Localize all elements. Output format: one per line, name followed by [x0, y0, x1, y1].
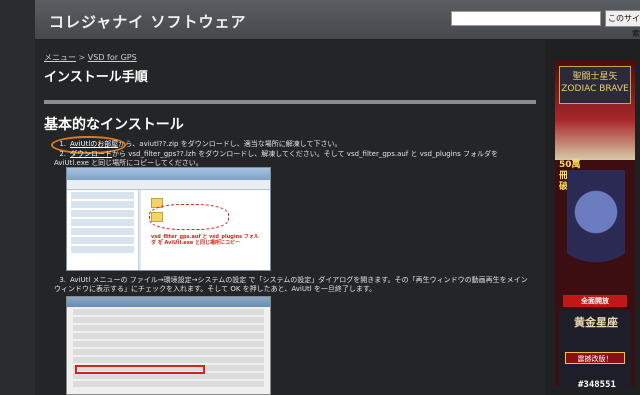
step-number: 2. — [59, 150, 66, 158]
checkbox-highlight — [75, 365, 205, 374]
site-header: コレジャナイ ソフトウェア このサイトを検索 — [35, 0, 640, 40]
file-pane: vsd_filter_gps.auf と vsd_plugins フォルダ を … — [141, 190, 270, 270]
page-title: インストール手順 — [44, 70, 148, 85]
folder-tree — [67, 190, 139, 270]
left-margin — [0, 0, 35, 395]
step-3: 3. AviUtl メニューの ファイル→環境設定→システムの設定 で「システムの… — [54, 276, 534, 294]
window-titlebar — [67, 168, 270, 180]
site-title[interactable]: コレジャナイ ソフトウェア — [49, 11, 246, 32]
drop-annotation — [149, 204, 229, 230]
advertisement-banner[interactable]: 聖闘士星矢 ZODIAC BRAVE 50萬冊突破 全面開放 黄金星座 震撼改版… — [555, 60, 635, 386]
ad-cta-button[interactable]: 震撼改版！ — [565, 352, 625, 364]
step-text: AviUtl メニューの ファイル→環境設定→システムの設定 で「システムの設定… — [54, 276, 528, 293]
step-number: 3. — [59, 276, 66, 284]
explorer-screenshot: vsd_filter_gps.auf と vsd_plugins フォルダ を … — [66, 167, 271, 271]
ad-character-image — [567, 170, 625, 290]
copy-note: vsd_filter_gps.auf と vsd_plugins フォルダ を … — [151, 234, 259, 246]
section-heading: 基本的なインストール — [44, 117, 184, 133]
step-2: 2. ダウンロードから vsd_filter_gps??.lzh をダウンロードし… — [54, 150, 534, 168]
breadcrumb-menu-link[interactable]: メニュー — [44, 53, 76, 62]
download-link[interactable]: ダウンロード — [70, 150, 112, 158]
window-toolbar — [67, 180, 270, 190]
search-input[interactable] — [451, 11, 601, 26]
divider — [44, 100, 536, 104]
dialog-titlebar — [67, 297, 270, 307]
ad-logo: 聖闘士星矢 ZODIAC BRAVE — [559, 66, 631, 104]
ad-title: 黄金星座 — [574, 316, 618, 329]
ad-badge: 全面開放 — [563, 295, 627, 307]
breadcrumb-vsd-link[interactable]: VSD for GPS — [88, 53, 137, 62]
step-text: から vsd_filter_gps??.lzh をダウンロードし、解凍してくださ… — [54, 150, 498, 167]
breadcrumb-separator: > — [78, 53, 86, 62]
system-settings-screenshot — [66, 296, 271, 395]
step-text: から、aviutl??.zip をダウンロードし、適当な場所に解凍して下さい。 — [118, 140, 342, 148]
breadcrumb: メニュー > VSD for GPS — [44, 52, 137, 63]
watermark: #348551 — [578, 380, 616, 390]
step-1: 1. AviUtlのお部屋から、aviutl??.zip をダウンロードし、適当な… — [54, 140, 534, 149]
search-button[interactable]: このサイトを検索 — [605, 10, 640, 38]
